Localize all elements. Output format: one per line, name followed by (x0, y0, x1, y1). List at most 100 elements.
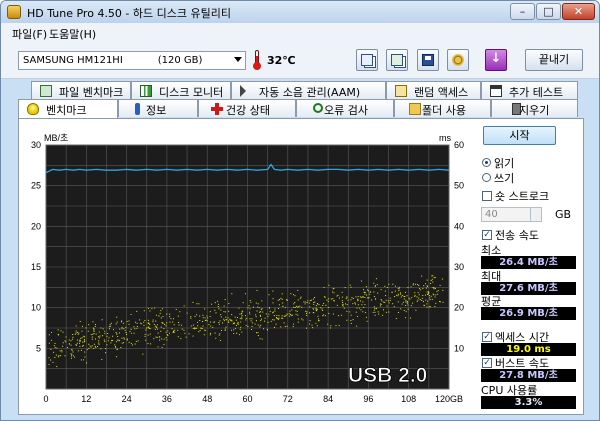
access-time-point (429, 306, 431, 308)
access-time-point (372, 311, 374, 313)
access-time-point (160, 310, 162, 312)
stroke-size-input[interactable]: 40 (481, 207, 542, 222)
access-time-point (328, 284, 330, 286)
access-time-point (283, 315, 285, 317)
access-time-point (411, 297, 413, 299)
access-time-point (415, 283, 417, 285)
access-time-point (239, 313, 241, 315)
access-time-point (314, 301, 316, 303)
access-time-point (395, 285, 397, 287)
x-tick-label: 84 (323, 394, 333, 404)
write-radio[interactable] (482, 173, 491, 182)
access-time-point (397, 295, 399, 297)
access-time-point (214, 302, 216, 304)
access-time-point (425, 299, 427, 301)
access-time-point (256, 332, 258, 334)
access-time-point (152, 321, 154, 323)
access-time-point (434, 287, 436, 289)
short-stroke-checkbox[interactable] (482, 191, 492, 201)
access-time-point (207, 317, 209, 319)
access-time-point (363, 291, 365, 293)
access-time-point (250, 328, 252, 330)
access-time-point (407, 286, 409, 288)
access-time-point (95, 333, 97, 335)
access-time-point (338, 297, 340, 299)
access-time-point (282, 305, 284, 307)
y-right-tick-label: 10 (454, 343, 464, 353)
access-time-point (341, 302, 343, 304)
access-time-point (365, 286, 367, 288)
access-time-point (265, 313, 267, 315)
read-radio[interactable] (482, 158, 491, 167)
access-time-point (55, 354, 57, 356)
access-time-point (116, 333, 118, 335)
access-time-point (204, 320, 206, 322)
access-time-point (48, 334, 50, 336)
access-time-point (227, 317, 229, 319)
access-time-point (357, 300, 359, 302)
access-time-point (281, 317, 283, 319)
access-time-point (56, 366, 58, 368)
access-time-point (377, 311, 379, 313)
access-time-point (219, 320, 221, 322)
access-time-point (419, 289, 421, 291)
access-time-point (128, 320, 130, 322)
y-left-tick-label: 10 (31, 303, 41, 313)
access-time-point (293, 294, 295, 296)
access-time-point (95, 338, 97, 340)
access-time-point (374, 298, 376, 300)
access-time-point (133, 332, 135, 334)
access-time-point (119, 328, 121, 330)
access-time-point (424, 294, 426, 296)
access-time-point (249, 308, 251, 310)
access-time-point (155, 336, 157, 338)
access-time-point (238, 323, 240, 325)
access-time-checkbox[interactable]: ✓ (482, 332, 492, 342)
burst-rate-checkbox[interactable]: ✓ (482, 358, 492, 368)
access-time-point (379, 305, 381, 307)
spinner-arrows-icon[interactable] (530, 208, 541, 221)
access-time-point (256, 289, 258, 291)
access-time-point (409, 298, 411, 300)
x-tick-label: 72 (283, 394, 293, 404)
access-time-point (432, 293, 434, 295)
access-time-point (409, 317, 411, 319)
app-window: HD Tune Pro 4.50 - 하드 디스크 유틸리티 – □ ✕ 파일(… (0, 0, 600, 421)
access-time-point (392, 303, 394, 305)
access-time-point (282, 317, 284, 319)
y-right-axis-label: ms (439, 133, 451, 143)
y-left-tick-label: 20 (31, 221, 41, 231)
access-time-point (356, 307, 358, 309)
access-time-point (174, 329, 176, 331)
access-time-point (343, 307, 345, 309)
access-time-point (359, 296, 361, 298)
access-time-point (362, 296, 364, 298)
x-tick-label: 96 (363, 394, 373, 404)
access-time-point (141, 323, 143, 325)
access-time-point (309, 306, 311, 308)
access-time-point (360, 280, 362, 282)
access-time-point (400, 296, 402, 298)
access-time-point (397, 311, 399, 313)
access-time-point (147, 334, 149, 336)
access-time-point (160, 317, 162, 319)
access-time-point (316, 325, 318, 327)
access-time-point (104, 330, 106, 332)
access-time-point (417, 299, 419, 301)
access-time-point (412, 284, 414, 286)
access-time-point (241, 312, 243, 314)
access-time-point (219, 333, 221, 335)
transfer-rate-checkbox[interactable]: ✓ (482, 230, 492, 240)
access-time-point (229, 318, 231, 320)
access-time-point (417, 283, 419, 285)
y-right-tick-label: 30 (454, 262, 464, 272)
access-time-point (126, 339, 128, 341)
access-time-point (158, 315, 160, 317)
start-button[interactable]: 시작 (483, 126, 556, 145)
access-time-point (81, 325, 83, 327)
access-time-point (57, 329, 59, 331)
access-time-point (157, 346, 159, 348)
access-time-point (136, 310, 138, 312)
access-time-point (427, 292, 429, 294)
access-time-point (260, 315, 262, 317)
